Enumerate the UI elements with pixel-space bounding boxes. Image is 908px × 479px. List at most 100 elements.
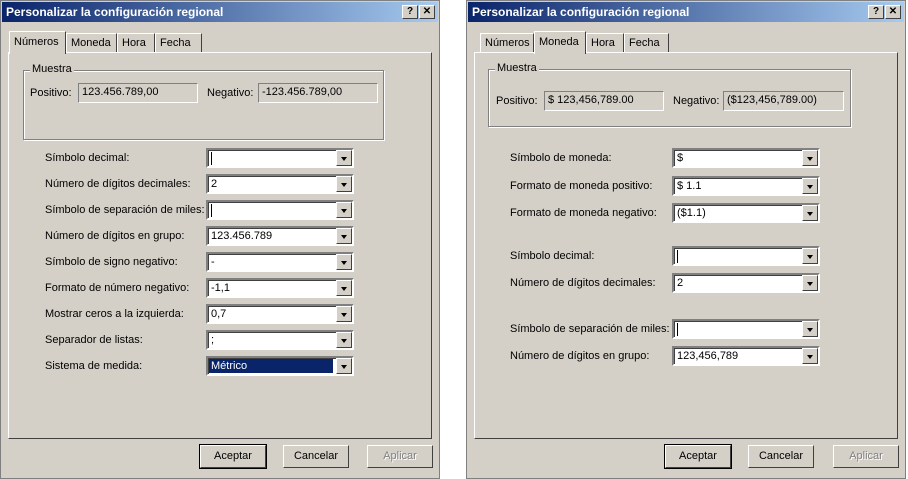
tab-numeros[interactable]: Números — [480, 33, 534, 52]
negative-currency-format-combo[interactable]: ($1.1) — [672, 203, 820, 223]
chevron-down-icon[interactable] — [802, 150, 818, 166]
dialog-title: Personalizar la configuración regional — [472, 5, 690, 19]
negative-format-label: Formato de número negativo: — [45, 282, 190, 294]
decimal-symbol-combo[interactable] — [206, 148, 354, 168]
decimal-digits-label: Número de dígitos decimales: — [510, 277, 656, 289]
currency-symbol-label: Símbolo de moneda: — [510, 152, 612, 164]
sample-group-title: Muestra — [495, 62, 539, 74]
digit-grouping-label: Número de dígitos en grupo: — [510, 350, 650, 362]
decimal-symbol-label: Símbolo decimal: — [45, 152, 130, 164]
list-separator-combo[interactable]: ; — [206, 330, 354, 350]
negative-sign-label: Símbolo de signo negativo: — [45, 256, 178, 268]
close-button[interactable]: ✕ — [419, 5, 435, 19]
positive-currency-format-label: Formato de moneda positivo: — [510, 180, 653, 192]
chevron-down-icon[interactable] — [336, 280, 352, 296]
negative-sample: -123.456.789,00 — [258, 83, 378, 103]
positive-sample: $ 123,456,789.00 — [544, 91, 664, 111]
chevron-down-icon[interactable] — [336, 358, 352, 374]
chevron-down-icon[interactable] — [336, 254, 352, 270]
thousands-separator-value — [676, 323, 679, 336]
tab-panel: Muestra Positivo: $ 123,456,789.00 Negat… — [474, 52, 898, 439]
positive-sample: 123.456.789,00 — [78, 83, 198, 103]
digit-grouping-value: 123.456.789 — [211, 230, 273, 242]
decimal-digits-combo[interactable]: 2 — [206, 174, 354, 194]
negative-format-value: -1,1 — [211, 282, 230, 294]
close-button[interactable]: ✕ — [885, 5, 901, 19]
negative-currency-format-value: ($1.1) — [677, 207, 706, 219]
thousands-separator-combo[interactable] — [206, 200, 354, 220]
apply-button[interactable]: Aplicar — [833, 445, 899, 468]
negative-sample: ($123,456,789.00) — [723, 91, 844, 111]
leading-zeros-value: 0,7 — [211, 308, 227, 320]
negative-label: Negativo: — [207, 87, 254, 99]
chevron-down-icon[interactable] — [802, 178, 818, 194]
positive-label: Positivo: — [496, 95, 538, 107]
thousands-separator-label: Símbolo de separación de miles: — [510, 323, 670, 335]
chevron-down-icon[interactable] — [802, 248, 818, 264]
negative-label: Negativo: — [673, 95, 720, 107]
chevron-down-icon[interactable] — [336, 202, 352, 218]
chevron-down-icon[interactable] — [336, 306, 352, 322]
cancel-button[interactable]: Cancelar — [748, 445, 814, 468]
positive-label: Positivo: — [30, 87, 72, 99]
dialog-title: Personalizar la configuración regional — [6, 5, 224, 19]
currency-symbol-combo[interactable]: $ — [672, 148, 820, 168]
tab-moneda[interactable]: Moneda — [66, 33, 117, 52]
ok-button[interactable]: Aceptar — [664, 444, 732, 469]
regional-settings-dialog-currency: Personalizar la configuración regional ?… — [466, 0, 906, 479]
negative-sign-value: - — [211, 256, 215, 268]
thousands-separator-label: Símbolo de separación de miles: — [45, 204, 205, 216]
digit-grouping-combo[interactable]: 123.456.789 — [206, 226, 354, 246]
sample-group: Muestra Positivo: 123.456.789,00 Negativ… — [23, 63, 384, 140]
decimal-symbol-label: Símbolo decimal: — [510, 250, 595, 262]
measurement-system-value: Métrico — [209, 359, 333, 373]
tab-hora[interactable]: Hora — [586, 33, 624, 52]
negative-currency-format-label: Formato de moneda negativo: — [510, 207, 657, 219]
leading-zeros-label: Mostrar ceros a la izquierda: — [45, 308, 184, 320]
title-bar: Personalizar la configuración regional ?… — [2, 2, 438, 22]
decimal-digits-label: Número de dígitos decimales: — [45, 178, 191, 190]
decimal-digits-combo[interactable]: 2 — [672, 273, 820, 293]
sample-group-title: Muestra — [30, 63, 74, 75]
tab-moneda[interactable]: Moneda — [534, 31, 586, 54]
cancel-button[interactable]: Cancelar — [283, 445, 349, 468]
tab-hora[interactable]: Hora — [117, 33, 155, 52]
negative-sign-combo[interactable]: - — [206, 252, 354, 272]
help-button[interactable]: ? — [868, 5, 884, 19]
negative-format-combo[interactable]: -1,1 — [206, 278, 354, 298]
ok-button[interactable]: Aceptar — [199, 444, 267, 469]
tab-panel: Muestra Positivo: 123.456.789,00 Negativ… — [8, 52, 432, 439]
decimal-symbol-value — [210, 152, 213, 165]
currency-symbol-value: $ — [677, 152, 684, 164]
tab-numeros[interactable]: Números — [9, 31, 66, 54]
measurement-system-label: Sistema de medida: — [45, 360, 143, 372]
digit-grouping-combo[interactable]: 123,456,789 — [672, 346, 820, 366]
chevron-down-icon[interactable] — [336, 150, 352, 166]
decimal-digits-value: 2 — [677, 277, 684, 289]
chevron-down-icon[interactable] — [336, 228, 352, 244]
chevron-down-icon[interactable] — [802, 275, 818, 291]
thousands-separator-value — [210, 204, 213, 217]
apply-button[interactable]: Aplicar — [367, 445, 433, 468]
chevron-down-icon[interactable] — [336, 332, 352, 348]
tab-fecha[interactable]: Fecha — [624, 33, 669, 52]
chevron-down-icon[interactable] — [802, 348, 818, 364]
regional-settings-dialog-numbers: Personalizar la configuración regional ?… — [0, 0, 440, 479]
decimal-symbol-value — [676, 250, 679, 263]
digit-grouping-value: 123,456,789 — [677, 350, 739, 362]
title-bar: Personalizar la configuración regional ?… — [468, 2, 904, 22]
thousands-separator-combo[interactable] — [672, 319, 820, 339]
help-button[interactable]: ? — [402, 5, 418, 19]
chevron-down-icon[interactable] — [802, 205, 818, 221]
positive-currency-format-combo[interactable]: $ 1.1 — [672, 176, 820, 196]
positive-currency-format-value: $ 1.1 — [677, 180, 702, 192]
leading-zeros-combo[interactable]: 0,7 — [206, 304, 354, 324]
decimal-digits-value: 2 — [211, 178, 218, 190]
tab-fecha[interactable]: Fecha — [155, 33, 202, 52]
chevron-down-icon[interactable] — [336, 176, 352, 192]
list-separator-value: ; — [211, 334, 215, 346]
list-separator-label: Separador de listas: — [45, 334, 143, 346]
decimal-symbol-combo[interactable] — [672, 246, 820, 266]
measurement-system-combo[interactable]: Métrico — [206, 356, 354, 376]
chevron-down-icon[interactable] — [802, 321, 818, 337]
